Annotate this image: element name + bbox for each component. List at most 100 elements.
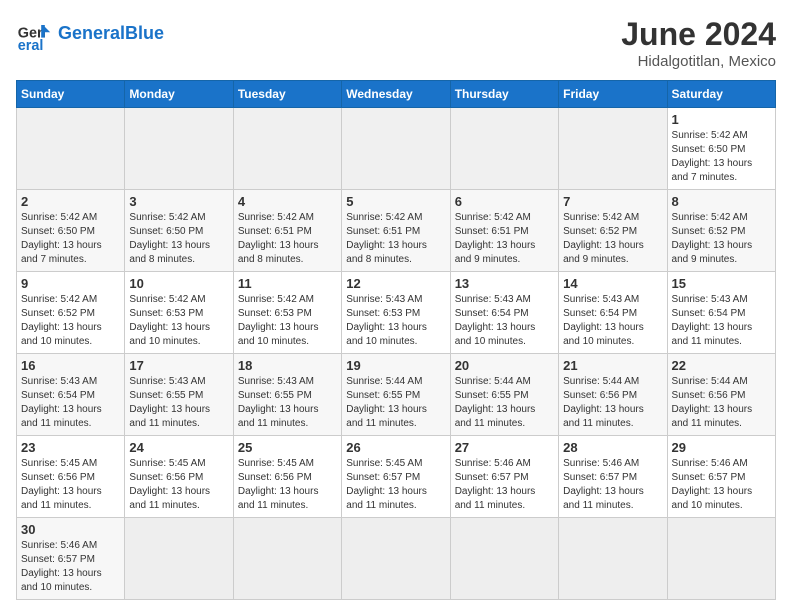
logo-text: GeneralBlue	[58, 24, 164, 44]
day-number: 22	[672, 358, 771, 373]
calendar-cell: 15Sunrise: 5:43 AM Sunset: 6:54 PM Dayli…	[667, 272, 775, 354]
calendar-cell: 26Sunrise: 5:45 AM Sunset: 6:57 PM Dayli…	[342, 436, 450, 518]
day-info: Sunrise: 5:43 AM Sunset: 6:54 PM Dayligh…	[21, 375, 120, 431]
calendar-cell: 22 Sunrise: 5:44 AM Sunset: 6:56 PM Dayli…	[667, 354, 775, 436]
day-info: Sunrise: 5:44 AM Sunset: 6:55 PM Dayligh…	[455, 375, 554, 431]
day-number: 27	[455, 440, 554, 455]
calendar-cell: 12 Sunrise: 5:43 AM Sunset: 6:53 PM Dayli…	[342, 272, 450, 354]
day-info: Sunrise: 5:42 AM Sunset: 6:51 PM Dayligh…	[238, 211, 337, 267]
calendar-cell: 23 Sunrise: 5:45 AM Sunset: 6:56 PM Dayli…	[17, 436, 125, 518]
calendar-cell	[342, 108, 450, 190]
calendar-week-row: 1 Sunrise: 5:42 AM Sunset: 6:50 PM Daylig…	[17, 108, 776, 190]
calendar-cell: 30 Sunrise: 5:46 AM Sunset: 6:57 PM Dayli…	[17, 518, 125, 600]
day-number: 17	[129, 358, 228, 373]
calendar-cell	[450, 108, 558, 190]
day-number: 30	[21, 522, 120, 537]
col-header-sunday: Sunday	[17, 81, 125, 108]
day-number: 24	[129, 440, 228, 455]
day-number: 18	[238, 358, 337, 373]
calendar-cell: 20 Sunrise: 5:44 AM Sunset: 6:55 PM Dayli…	[450, 354, 558, 436]
col-header-friday: Friday	[559, 81, 667, 108]
page-header: Gen eral GeneralBlue June 2024 Hidalgoti…	[16, 16, 776, 70]
day-number: 1	[672, 112, 771, 127]
day-number: 6	[455, 194, 554, 209]
day-number: 13	[455, 276, 554, 291]
day-number: 9	[21, 276, 120, 291]
calendar-cell: 25Sunrise: 5:45 AM Sunset: 6:56 PM Dayli…	[233, 436, 341, 518]
day-info: Sunrise: 5:46 AM Sunset: 6:57 PM Dayligh…	[455, 457, 554, 513]
location: Hidalgotitlan, Mexico	[621, 53, 776, 70]
calendar-table: SundayMondayTuesdayWednesdayThursdayFrid…	[16, 80, 776, 600]
calendar-cell: 9 Sunrise: 5:42 AM Sunset: 6:52 PM Daylig…	[17, 272, 125, 354]
calendar-cell: 2Sunrise: 5:42 AM Sunset: 6:50 PM Daylig…	[17, 190, 125, 272]
calendar-week-row: 30 Sunrise: 5:46 AM Sunset: 6:57 PM Dayli…	[17, 518, 776, 600]
day-info: Sunrise: 5:44 AM Sunset: 6:55 PM Dayligh…	[346, 375, 445, 431]
logo-blue: Blue	[125, 23, 164, 43]
calendar-cell: 27 Sunrise: 5:46 AM Sunset: 6:57 PM Dayli…	[450, 436, 558, 518]
day-number: 19	[346, 358, 445, 373]
calendar-cell: 11Sunrise: 5:42 AM Sunset: 6:53 PM Dayli…	[233, 272, 341, 354]
calendar-cell: 28 Sunrise: 5:46 AM Sunset: 6:57 PM Dayli…	[559, 436, 667, 518]
logo-icon: Gen eral	[16, 16, 52, 52]
day-number: 28	[563, 440, 662, 455]
day-info: Sunrise: 5:46 AM Sunset: 6:57 PM Dayligh…	[21, 539, 120, 595]
calendar-cell: 13 Sunrise: 5:43 AM Sunset: 6:54 PM Dayli…	[450, 272, 558, 354]
day-number: 25	[238, 440, 337, 455]
calendar-cell: 16Sunrise: 5:43 AM Sunset: 6:54 PM Dayli…	[17, 354, 125, 436]
day-number: 20	[455, 358, 554, 373]
day-number: 15	[672, 276, 771, 291]
calendar-cell	[559, 518, 667, 600]
day-info: Sunrise: 5:46 AM Sunset: 6:57 PM Dayligh…	[563, 457, 662, 513]
calendar-cell	[125, 108, 233, 190]
col-header-thursday: Thursday	[450, 81, 558, 108]
logo-general: General	[58, 23, 125, 43]
day-info: Sunrise: 5:42 AM Sunset: 6:50 PM Dayligh…	[129, 211, 228, 267]
calendar-cell	[559, 108, 667, 190]
calendar-week-row: 23 Sunrise: 5:45 AM Sunset: 6:56 PM Dayli…	[17, 436, 776, 518]
title-block: June 2024 Hidalgotitlan, Mexico	[621, 16, 776, 70]
day-info: Sunrise: 5:42 AM Sunset: 6:53 PM Dayligh…	[129, 293, 228, 349]
day-number: 7	[563, 194, 662, 209]
day-number: 26	[346, 440, 445, 455]
calendar-week-row: 2 Sunrise: 5:42 AM Sunset: 6:50 PM Daylig…	[17, 190, 776, 272]
calendar-cell	[233, 518, 341, 600]
day-info: Sunrise: 5:43 AM Sunset: 6:54 PM Dayligh…	[455, 293, 554, 349]
day-number: 12	[346, 276, 445, 291]
col-header-tuesday: Tuesday	[233, 81, 341, 108]
day-number: 2	[21, 194, 120, 209]
calendar-cell: 21Sunrise: 5:44 AM Sunset: 6:56 PM Dayli…	[559, 354, 667, 436]
calendar-cell: 29Sunrise: 5:46 AM Sunset: 6:57 PM Dayli…	[667, 436, 775, 518]
calendar-cell: 7 Sunrise: 5:42 AM Sunset: 6:52 PM Daylig…	[559, 190, 667, 272]
day-info: Sunrise: 5:42 AM Sunset: 6:52 PM Dayligh…	[563, 211, 662, 267]
day-info: Sunrise: 5:43 AM Sunset: 6:53 PM Dayligh…	[346, 293, 445, 349]
day-number: 14	[563, 276, 662, 291]
day-info: Sunrise: 5:42 AM Sunset: 6:51 PM Dayligh…	[346, 211, 445, 267]
calendar-cell: 5Sunrise: 5:42 AM Sunset: 6:51 PM Daylig…	[342, 190, 450, 272]
month-title: June 2024	[621, 16, 776, 53]
day-info: Sunrise: 5:43 AM Sunset: 6:54 PM Dayligh…	[563, 293, 662, 349]
calendar-header-row: SundayMondayTuesdayWednesdayThursdayFrid…	[17, 81, 776, 108]
calendar-cell: 1 Sunrise: 5:42 AM Sunset: 6:50 PM Daylig…	[667, 108, 775, 190]
day-info: Sunrise: 5:43 AM Sunset: 6:55 PM Dayligh…	[129, 375, 228, 431]
calendar-cell	[342, 518, 450, 600]
col-header-saturday: Saturday	[667, 81, 775, 108]
day-info: Sunrise: 5:45 AM Sunset: 6:56 PM Dayligh…	[21, 457, 120, 513]
day-number: 10	[129, 276, 228, 291]
day-number: 4	[238, 194, 337, 209]
day-info: Sunrise: 5:42 AM Sunset: 6:52 PM Dayligh…	[21, 293, 120, 349]
day-info: Sunrise: 5:42 AM Sunset: 6:50 PM Dayligh…	[672, 129, 771, 185]
calendar-cell	[125, 518, 233, 600]
col-header-monday: Monday	[125, 81, 233, 108]
day-info: Sunrise: 5:44 AM Sunset: 6:56 PM Dayligh…	[672, 375, 771, 431]
calendar-week-row: 16Sunrise: 5:43 AM Sunset: 6:54 PM Dayli…	[17, 354, 776, 436]
day-info: Sunrise: 5:45 AM Sunset: 6:56 PM Dayligh…	[129, 457, 228, 513]
calendar-cell: 3Sunrise: 5:42 AM Sunset: 6:50 PM Daylig…	[125, 190, 233, 272]
day-number: 23	[21, 440, 120, 455]
day-info: Sunrise: 5:43 AM Sunset: 6:55 PM Dayligh…	[238, 375, 337, 431]
col-header-wednesday: Wednesday	[342, 81, 450, 108]
calendar-cell: 8Sunrise: 5:42 AM Sunset: 6:52 PM Daylig…	[667, 190, 775, 272]
logo: Gen eral GeneralBlue	[16, 16, 164, 52]
calendar-cell: 17 Sunrise: 5:43 AM Sunset: 6:55 PM Dayli…	[125, 354, 233, 436]
calendar-cell	[17, 108, 125, 190]
calendar-cell: 18 Sunrise: 5:43 AM Sunset: 6:55 PM Dayli…	[233, 354, 341, 436]
